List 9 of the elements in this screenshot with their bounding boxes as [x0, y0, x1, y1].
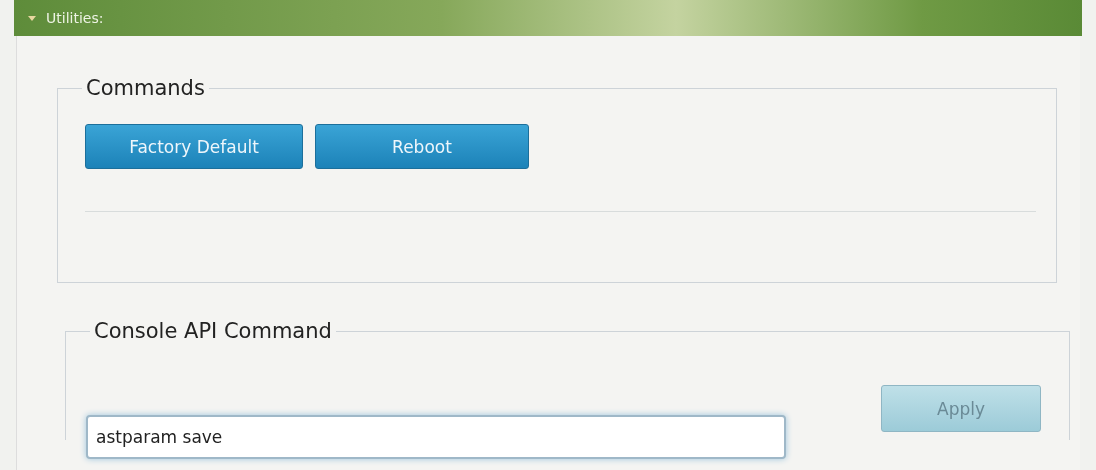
command-field[interactable]: astparam save: [86, 415, 786, 459]
command-button[interactable]: Factory Default: [85, 124, 303, 169]
triangle-icon: [28, 15, 36, 21]
panel-header[interactable]: Utilities:: [14, 0, 1082, 36]
panel-title: Utilities:: [46, 10, 104, 26]
group-title: Commands: [85, 76, 206, 100]
apply-button[interactable]: Apply: [881, 385, 1041, 432]
command-button[interactable]: Reboot: [315, 124, 529, 169]
group-title: Console API Command: [93, 319, 333, 343]
